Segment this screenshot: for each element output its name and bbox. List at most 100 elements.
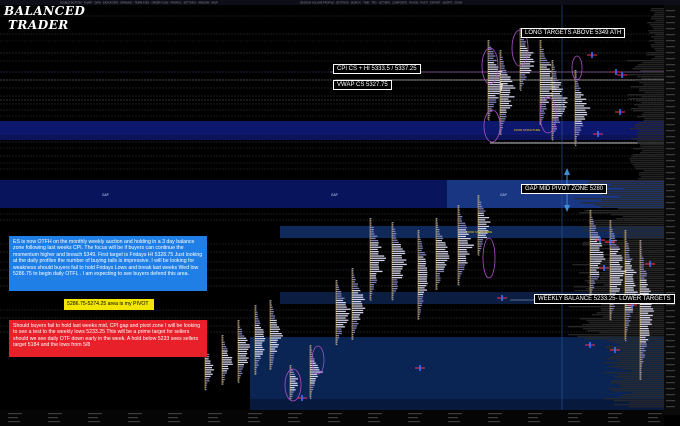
- volume-bar: [622, 394, 664, 396]
- tpo-row: [640, 354, 646, 356]
- time-tick: [248, 413, 262, 415]
- volume-bar: [594, 204, 664, 206]
- tpo-row: [310, 375, 318, 378]
- price-tick: [666, 334, 675, 336]
- tpo-row: [222, 343, 226, 346]
- tpo-row: [640, 358, 643, 361]
- tpo-row: [336, 288, 340, 291]
- volume-bar: [588, 220, 664, 222]
- tpo-row: [238, 328, 242, 331]
- tpo-row: [370, 226, 374, 229]
- tpo-row: [270, 339, 278, 341]
- volume-bar: [589, 222, 664, 224]
- tpo-row: [640, 273, 648, 275]
- gap-mid-label: GAP MID PIVOT ZONE 5280: [521, 184, 608, 194]
- tpo-row: [352, 316, 360, 318]
- tpo-row: [352, 329, 356, 331]
- price-tick: [666, 106, 675, 108]
- tpo-row: [392, 228, 395, 230]
- tpo-row: [352, 294, 364, 296]
- price-tick: [666, 382, 675, 384]
- tpo-row: [205, 362, 211, 364]
- volume-bar: [623, 188, 664, 190]
- tpo-row: [336, 321, 347, 324]
- tpo-row: [352, 325, 358, 327]
- tpo-row: [436, 264, 447, 266]
- tpo-row: [290, 373, 295, 376]
- volume-bar: [590, 224, 664, 226]
- tpo-row: [392, 246, 401, 248]
- tpo-row: [552, 95, 563, 97]
- tpo-row: [255, 353, 263, 355]
- volume-bar: [643, 170, 664, 172]
- time-tick: [48, 413, 62, 415]
- tpo-row: [370, 270, 383, 273]
- long-targets-label: LONG TARGETS ABOVE 5349 ATH: [521, 28, 626, 38]
- tpo-row: [500, 69, 507, 72]
- tpo-row: [336, 339, 339, 341]
- tpo-row: [436, 270, 445, 273]
- volume-bar: [610, 382, 664, 384]
- svg-text:SESSION VOLUME PROFILE · SETTI: SESSION VOLUME PROFILE · SETTINGS · DISP…: [300, 2, 462, 5]
- tpo-row: [436, 229, 440, 231]
- tpo-row: [255, 340, 265, 342]
- volume-bar: [617, 208, 664, 210]
- tpo-row: [255, 360, 260, 362]
- time-tick: [128, 413, 142, 415]
- tpo-row: [610, 257, 623, 259]
- tpo-row: [222, 379, 225, 381]
- tpo-row: [500, 72, 507, 74]
- tpo-row: [290, 378, 298, 380]
- tpo-row: [205, 380, 210, 382]
- tpo-row: [488, 75, 500, 77]
- price-tick: [666, 166, 675, 168]
- time-tick: [528, 421, 540, 423]
- tpo-row: [370, 288, 374, 290]
- price-tick: [666, 154, 675, 156]
- tpo-row: [575, 136, 578, 138]
- tpo-row: [640, 336, 646, 339]
- tpo-row: [392, 230, 396, 233]
- target-marker-bar: [599, 237, 601, 243]
- tpo-row: [552, 93, 561, 95]
- tpo-row: [310, 362, 316, 364]
- tpo-row: [418, 307, 421, 309]
- volume-bar: [604, 372, 664, 374]
- volume-bar: [637, 76, 664, 78]
- tpo-row: [540, 48, 544, 51]
- tpo-row: [552, 86, 560, 88]
- volume-bar: [647, 22, 664, 24]
- tpo-row: [500, 105, 513, 107]
- price-tick: [666, 22, 675, 24]
- volume-bar: [600, 206, 664, 208]
- tpo-row: [370, 281, 377, 284]
- tpo-row: [255, 346, 263, 349]
- tpo-row: [575, 92, 582, 94]
- volume-bar: [579, 318, 664, 320]
- tpo-row: [640, 347, 645, 350]
- tpo-row: [540, 51, 544, 53]
- tpo-row: [590, 289, 593, 291]
- tpo-row: [590, 245, 603, 247]
- volume-bar: [639, 130, 664, 132]
- volume-bar: [650, 44, 664, 46]
- tpo-row: [418, 267, 428, 269]
- tpo-row: [520, 61, 535, 63]
- tpo-row: [640, 277, 645, 279]
- price-tick: [666, 130, 675, 132]
- tpo-row: [458, 246, 473, 249]
- tpo-row: [488, 51, 494, 53]
- tpo-row: [392, 237, 397, 239]
- volume-bar: [642, 72, 664, 74]
- tpo-row: [255, 331, 264, 333]
- tpo-row: [370, 251, 379, 253]
- tpo-row: [392, 248, 403, 250]
- tpo-row: [640, 319, 653, 321]
- tpo-row: [640, 290, 651, 292]
- tpo-row: [458, 257, 467, 260]
- tpo-row: [255, 351, 263, 353]
- price-axis[interactable]: [664, 5, 680, 415]
- volume-bar: [655, 34, 664, 36]
- tpo-row: [575, 105, 585, 107]
- tpo-row: [418, 238, 421, 241]
